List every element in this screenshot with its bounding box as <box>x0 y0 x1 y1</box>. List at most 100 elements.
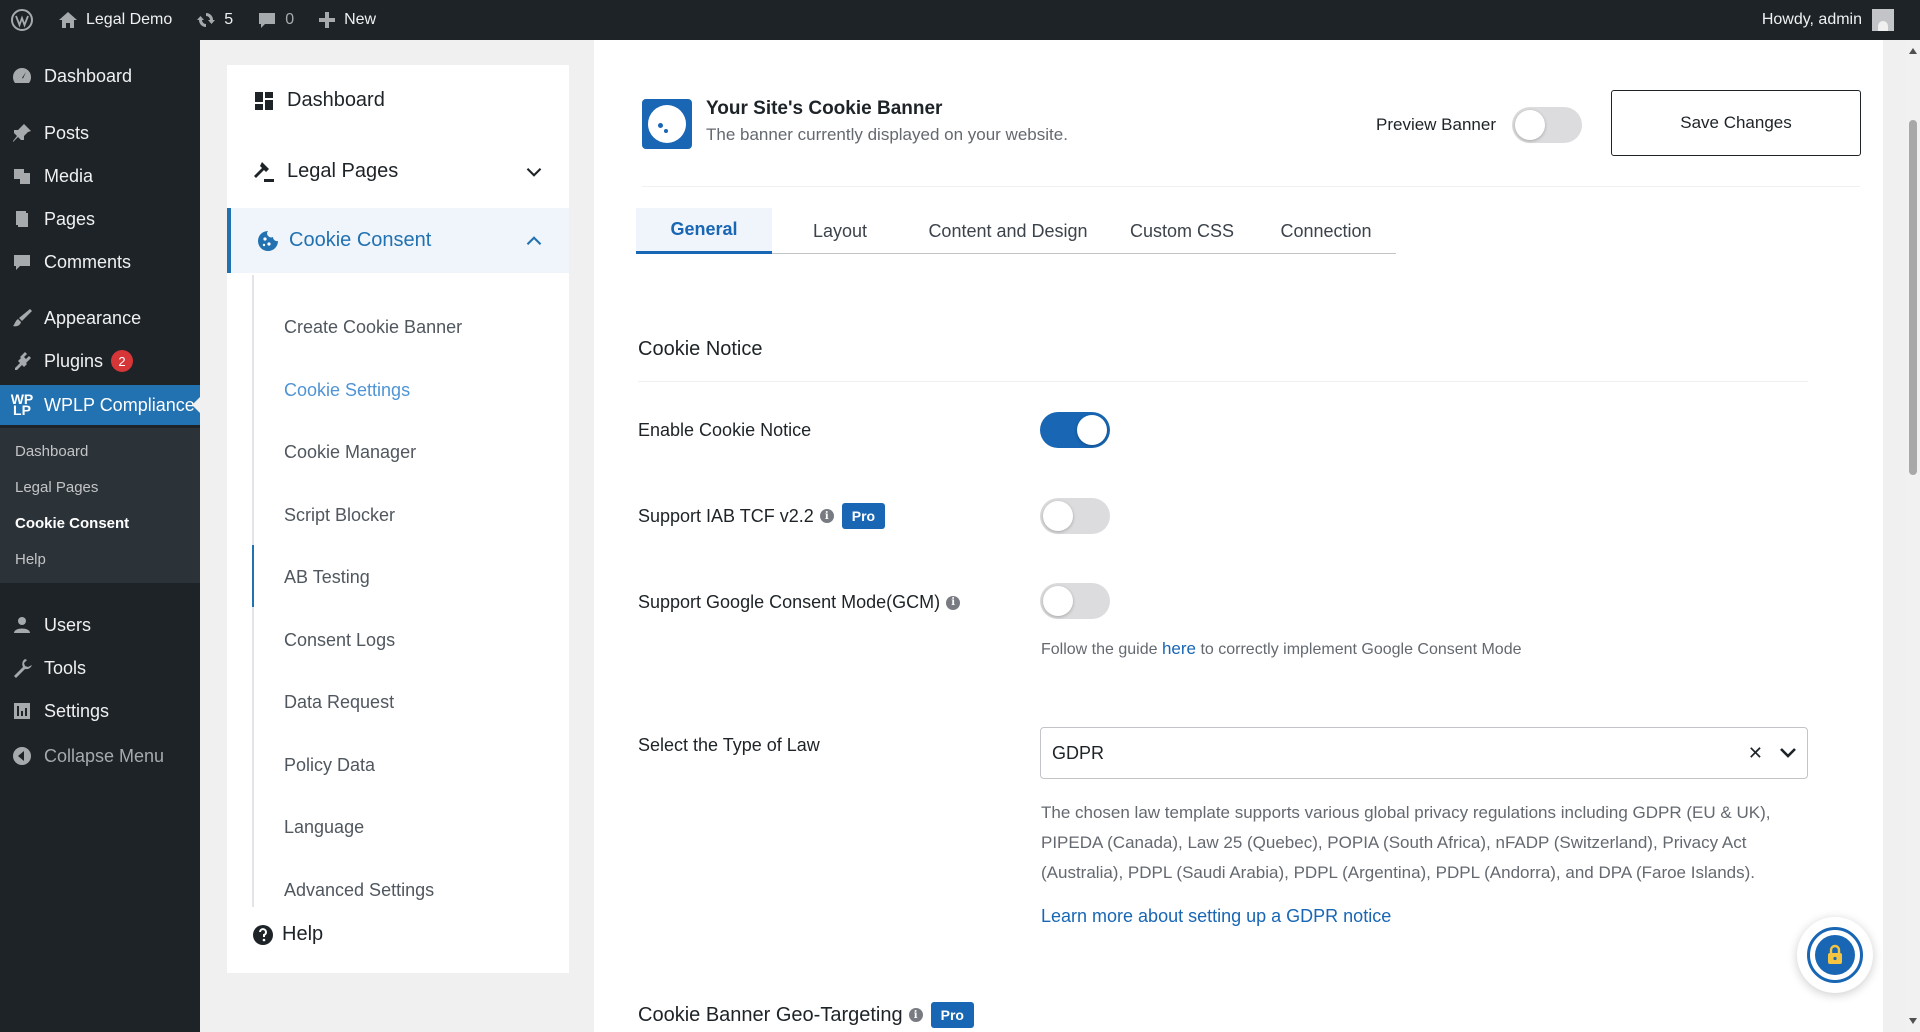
wordpress-logo-button[interactable] <box>0 0 46 40</box>
cookie-notice-heading: Cookie Notice <box>638 338 763 360</box>
menu-item-comments[interactable]: Comments <box>0 242 200 282</box>
greeting: Howdy, admin <box>1761 11 1862 28</box>
plugin-nav-help[interactable]: Help <box>227 912 569 957</box>
scrollbar-thumb[interactable] <box>1909 120 1917 475</box>
menu-label: Dashboard <box>44 65 133 86</box>
gcm-guide-link[interactable]: here <box>1162 639 1196 658</box>
selected-law: GDPR <box>1052 742 1105 763</box>
plugin-nav: Dashboard Legal Pages Cookie Consent Cre… <box>227 65 569 973</box>
clear-selection-icon[interactable]: ✕ <box>1748 743 1763 764</box>
scroll-down-arrow-icon[interactable] <box>1909 1018 1917 1028</box>
plugin-sub-script-blocker[interactable]: Script Blocker <box>284 505 395 526</box>
comments-count: 0 <box>285 11 295 28</box>
plugin-sub-language[interactable]: Language <box>284 817 364 838</box>
site-name: Legal Demo <box>86 11 173 28</box>
menu-item-tools[interactable]: Tools <box>0 648 200 688</box>
info-icon[interactable]: i <box>908 1008 923 1022</box>
law-type-label: Select the Type of Law <box>638 735 820 756</box>
plugin-sub-data-request[interactable]: Data Request <box>284 692 394 713</box>
header-divider <box>642 186 1860 187</box>
tab-custom-css[interactable]: Custom CSS <box>1108 208 1256 254</box>
menu-item-posts[interactable]: Posts <box>0 113 200 153</box>
tab-layout[interactable]: Layout <box>772 208 908 254</box>
comment-icon <box>14 255 30 270</box>
support-gcm-label: Support Google Consent Mode(GCM) i <box>638 592 961 613</box>
updates-link[interactable]: 5 <box>184 0 245 40</box>
pin-icon <box>13 124 31 142</box>
wrench-icon <box>14 659 32 678</box>
menu-label: Users <box>44 614 92 635</box>
nav-label: Dashboard <box>287 89 385 111</box>
submenu-item-cookie-consent[interactable]: Cookie Consent <box>15 515 129 532</box>
wordpress-icon <box>11 9 33 31</box>
submenu-item-legal-pages[interactable]: Legal Pages <box>15 479 98 496</box>
menu-label: Media <box>44 165 94 186</box>
submenu-item-help[interactable]: Help <box>15 551 46 568</box>
comment-bubble-icon <box>259 13 276 28</box>
chevron-down-icon[interactable] <box>525 163 543 181</box>
enable-cookie-notice-toggle[interactable] <box>1040 412 1110 448</box>
info-icon[interactable]: i <box>946 595 961 610</box>
menu-item-pages[interactable]: Pages <box>0 199 200 239</box>
plugin-nav-dashboard[interactable]: Dashboard <box>227 73 569 128</box>
menu-item-appearance[interactable]: Appearance <box>0 298 200 338</box>
scroll-up-arrow-icon[interactable] <box>1909 44 1917 54</box>
collapse-menu-button[interactable]: Collapse Menu <box>0 736 200 776</box>
page-title: Your Site's Cookie Banner <box>706 98 943 119</box>
site-name-link[interactable]: Legal Demo <box>46 0 184 40</box>
menu-label: Settings <box>44 700 110 721</box>
label-text: Support IAB TCF v2.2 <box>638 505 814 526</box>
label-text: Select the Type of Law <box>638 735 820 755</box>
plugin-sub-policy-data[interactable]: Policy Data <box>284 755 375 776</box>
save-changes-button[interactable]: Save Changes <box>1611 90 1861 156</box>
menu-item-users[interactable]: Users <box>0 605 200 645</box>
plugin-sub-cookie-settings[interactable]: Cookie Settings <box>284 380 410 401</box>
active-marker <box>252 545 254 607</box>
nav-label: Legal Pages <box>287 160 399 182</box>
comments-link[interactable]: 0 <box>245 0 306 40</box>
menu-item-plugins[interactable]: Plugins 2 <box>0 341 200 381</box>
grid-dashboard-icon <box>255 91 273 110</box>
plugins-update-badge: 2 <box>111 350 134 372</box>
wplp-logo-icon: WP LP <box>10 391 34 418</box>
menu-item-media[interactable]: Media <box>0 156 200 196</box>
menu-item-settings[interactable]: Settings <box>0 691 200 731</box>
chevron-down-icon[interactable] <box>1777 742 1799 764</box>
my-account-link[interactable]: Howdy, admin <box>1762 0 1894 40</box>
preview-banner-label: Preview Banner <box>1376 115 1497 134</box>
tab-content-and-design[interactable]: Content and Design <box>908 208 1108 254</box>
info-icon[interactable]: i <box>819 509 834 523</box>
help-suffix: to correctly implement Google Consent Mo… <box>1196 641 1522 658</box>
plugin-sub-create-cookie-banner[interactable]: Create Cookie Banner <box>284 317 462 338</box>
new-content-link[interactable]: New <box>306 0 388 40</box>
submenu-item-dashboard[interactable]: Dashboard <box>15 443 88 460</box>
law-description: The chosen law template supports various… <box>1041 803 1771 882</box>
tab-general[interactable]: General <box>636 208 772 254</box>
support-iab-label: Support IAB TCF v2.2 i Pro <box>638 503 886 529</box>
nav-label: Help <box>282 923 324 945</box>
plug-icon <box>15 352 31 370</box>
menu-label: Tools <box>44 657 87 678</box>
help-prefix: Follow the guide <box>1041 641 1162 658</box>
new-label: New <box>344 11 377 28</box>
plugin-sub-cookie-manager[interactable]: Cookie Manager <box>284 442 416 463</box>
floating-consent-button[interactable] <box>1797 917 1873 993</box>
home-icon <box>59 12 77 28</box>
plugin-nav-cookie-consent[interactable]: Cookie Consent <box>227 208 569 273</box>
menu-item-wplp-compliance[interactable]: WP LP WPLP Compliance <box>0 385 200 425</box>
plugin-sub-ab-testing[interactable]: AB Testing <box>284 567 370 588</box>
page-scrollbar[interactable] <box>1906 40 1920 1032</box>
law-type-select[interactable]: GDPR ✕ <box>1040 727 1808 779</box>
plugin-sub-consent-logs[interactable]: Consent Logs <box>284 630 395 651</box>
plugin-nav-legal-pages[interactable]: Legal Pages <box>227 144 569 199</box>
plugin-sub-advanced-settings[interactable]: Advanced Settings <box>284 880 434 901</box>
user-icon <box>14 617 30 633</box>
preview-banner-toggle[interactable] <box>1512 107 1582 143</box>
menu-label: WPLP Compliance <box>44 394 195 415</box>
learn-more-gdpr-link[interactable]: Learn more about setting up a GDPR notic… <box>1041 906 1391 927</box>
tab-connection[interactable]: Connection <box>1256 208 1396 254</box>
chevron-up-icon[interactable] <box>525 232 543 250</box>
support-iab-toggle[interactable] <box>1040 498 1110 534</box>
support-gcm-toggle[interactable] <box>1040 583 1110 619</box>
menu-item-dashboard[interactable]: Dashboard <box>0 56 200 96</box>
